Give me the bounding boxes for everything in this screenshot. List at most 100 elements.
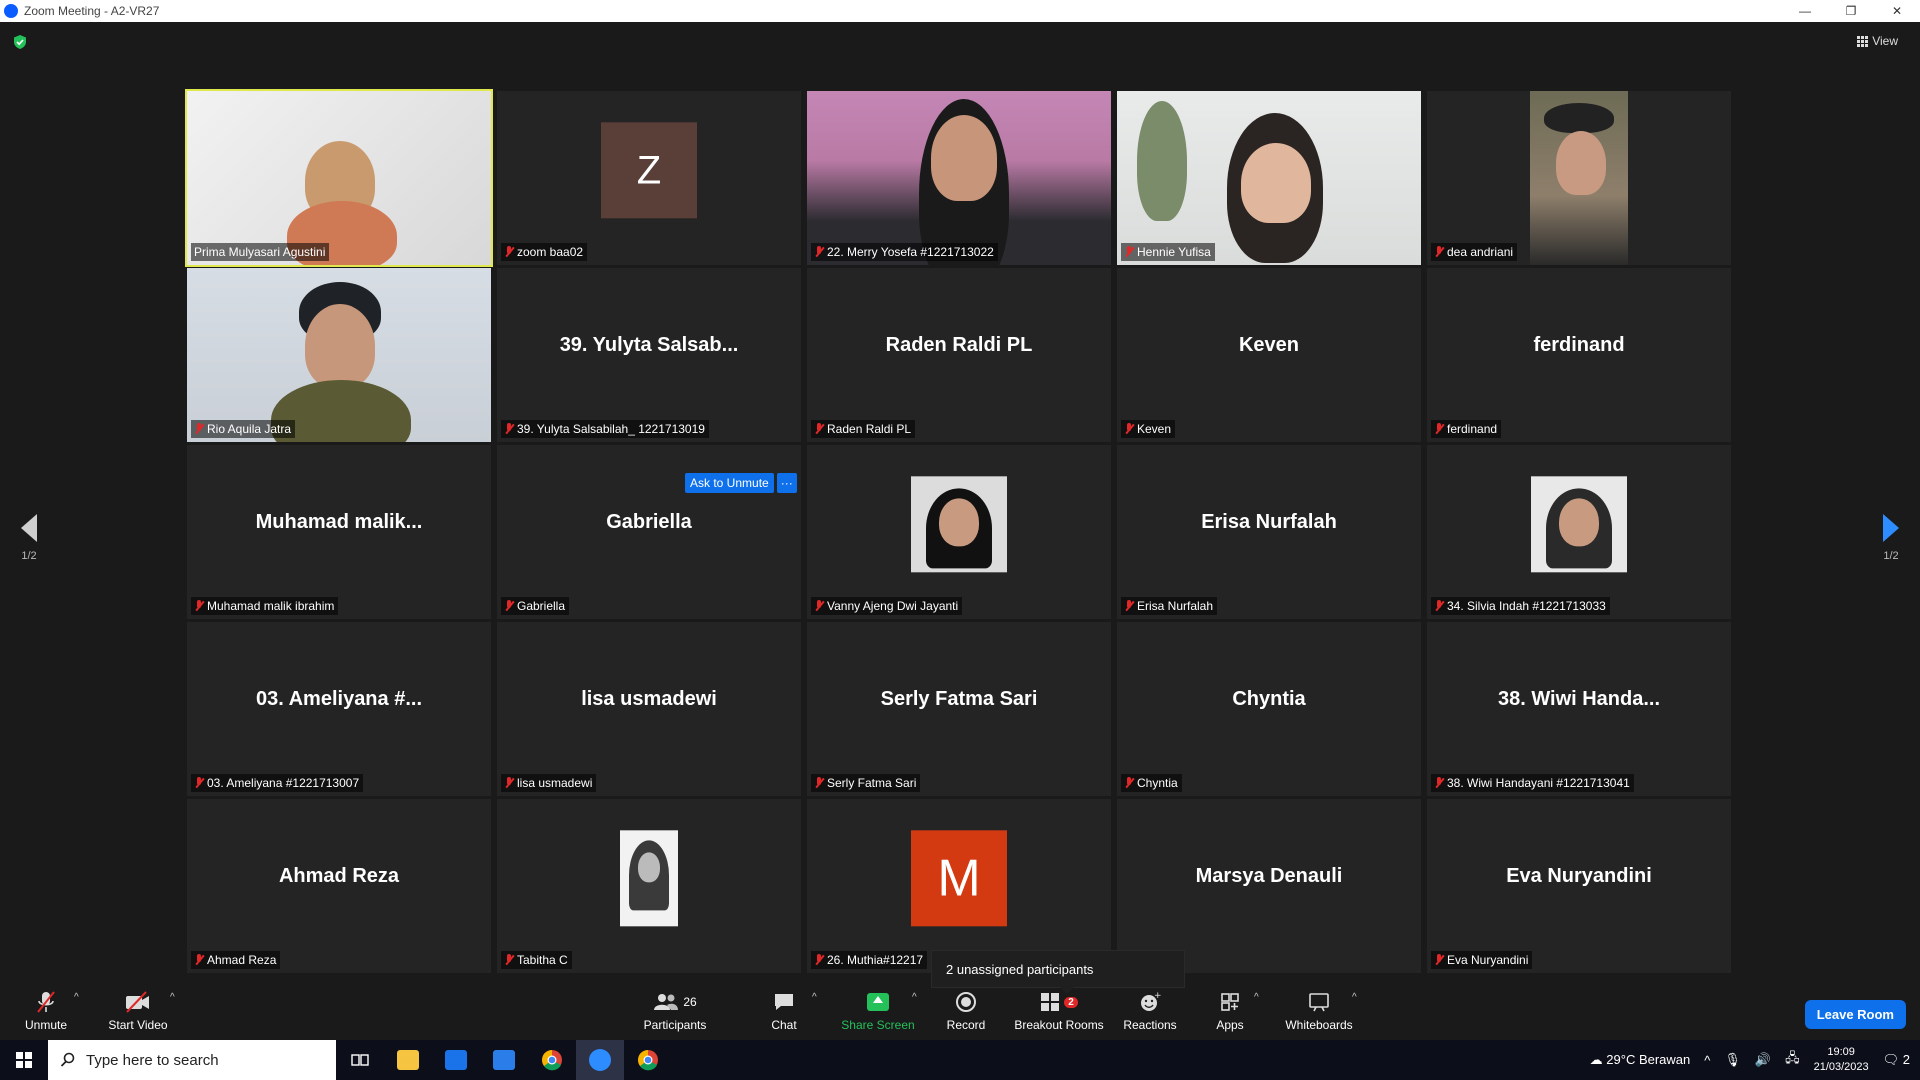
participant-name-label: 34. Silvia Indah #1221713033 <box>1431 597 1610 615</box>
participant-tile[interactable]: Raden Raldi PL Raden Raldi PL <box>807 268 1111 442</box>
share-options-caret[interactable]: ^ <box>912 992 917 1003</box>
zoom-icon <box>589 1049 611 1071</box>
participant-display-name: Keven <box>1238 333 1300 356</box>
unmute-button[interactable]: Unmute <box>22 990 70 1032</box>
participant-tile[interactable]: Prima Mulyasari Agustini <box>185 89 493 267</box>
apps-button[interactable]: Apps <box>1212 990 1248 1032</box>
record-label: Record <box>946 1018 986 1032</box>
participant-video <box>1427 91 1731 265</box>
participant-tile[interactable]: Keven Keven <box>1117 268 1421 442</box>
security-shield-icon[interactable] <box>12 34 28 50</box>
previous-page-button[interactable]: 1/2 <box>14 514 44 562</box>
microphone-tray-icon[interactable]: 🎙 <box>1724 1052 1741 1068</box>
video-options-caret[interactable]: ^ <box>170 992 175 1003</box>
mic-muted-icon <box>814 954 824 966</box>
apps-options-caret[interactable]: ^ <box>1254 992 1259 1003</box>
participant-tile[interactable]: Chyntia Chyntia <box>1117 622 1421 796</box>
participant-name-label: Serly Fatma Sari <box>811 774 921 792</box>
volume-icon[interactable]: 🔊 <box>1755 1052 1771 1068</box>
taskbar-search[interactable]: Type here to search <box>48 1040 336 1080</box>
network-icon[interactable]: 🖧 <box>1785 1049 1800 1071</box>
participant-name: 38. Wiwi Handayani #1221713041 <box>1447 776 1630 790</box>
more-options-button[interactable]: ··· <box>776 473 797 493</box>
windows-taskbar: Type here to search ☁ 29°C Berawan ^ 🎙 🔊… <box>0 1040 1920 1080</box>
file-explorer-button[interactable] <box>384 1040 432 1080</box>
participant-name: 26. Muthia#12217 <box>827 953 924 967</box>
minimize-button[interactable]: — <box>1782 0 1828 22</box>
chrome-icon-2 <box>638 1050 658 1071</box>
participant-tile[interactable]: ferdinand ferdinand <box>1427 268 1731 442</box>
participant-name: Muhamad malik ibrahim <box>207 599 335 613</box>
share-screen-button[interactable]: Share Screen <box>838 990 918 1032</box>
participant-tile[interactable]: lisa usmadewi lisa usmadewi <box>497 622 801 796</box>
participants-icon <box>654 994 679 1010</box>
participant-name: 34. Silvia Indah #1221713033 <box>1447 599 1606 613</box>
start-video-button[interactable]: Start Video <box>106 990 170 1032</box>
ask-to-unmute-button[interactable]: Ask to Unmute <box>685 473 774 493</box>
view-button[interactable]: View <box>1857 34 1898 48</box>
mic-muted-icon <box>504 954 514 966</box>
tray-overflow-icon[interactable]: ^ <box>1704 1053 1710 1068</box>
mic-muted-icon <box>504 246 514 258</box>
maximize-button[interactable]: ❐ <box>1828 0 1874 22</box>
participant-tile[interactable]: 38. Wiwi Handa... 38. Wiwi Handayani #122… <box>1427 622 1731 796</box>
participant-tile[interactable]: 39. Yulyta Salsab... 39. Yulyta Salsabila… <box>497 268 801 442</box>
participant-display-name: Raden Raldi PL <box>885 333 1033 356</box>
participant-name-label: ferdinand <box>1431 420 1502 438</box>
participant-tile[interactable]: M 26. Muthia#12217 <box>807 799 1111 973</box>
svg-text:+: + <box>1154 991 1161 1001</box>
participant-name-label: Ahmad Reza <box>191 951 281 969</box>
leave-room-button[interactable]: Leave Room <box>1804 1000 1906 1029</box>
notification-count: 2 <box>1902 1052 1910 1067</box>
start-button[interactable] <box>0 1040 48 1080</box>
participant-tile[interactable]: Muhamad malik... Muhamad malik ibrahim <box>187 445 491 619</box>
zoom-taskbar-button[interactable] <box>576 1040 624 1080</box>
participant-tile[interactable]: Erisa Nurfalah Erisa Nurfalah <box>1117 445 1421 619</box>
whiteboard-icon <box>1309 993 1329 1012</box>
participant-tile[interactable]: Vanny Ajeng Dwi Jayanti <box>807 445 1111 619</box>
mic-muted-icon <box>814 600 824 612</box>
breakout-rooms-icon <box>1041 993 1060 1011</box>
chrome-button[interactable] <box>528 1040 576 1080</box>
mail-button[interactable] <box>480 1040 528 1080</box>
participant-tile[interactable]: Rio Aquila Jatra <box>187 268 491 442</box>
whiteboard-options-caret[interactable]: ^ <box>1352 992 1357 1003</box>
breakout-rooms-button[interactable]: 2 Breakout Rooms <box>1012 990 1106 1032</box>
participant-tile[interactable]: Tabitha C <box>497 799 801 973</box>
participant-tile[interactable]: 03. Ameliyana #... 03. Ameliyana #1221713… <box>187 622 491 796</box>
chat-button[interactable]: Chat <box>766 990 802 1032</box>
grid-view-icon <box>1857 35 1869 47</box>
participant-name-label: zoom baa02 <box>501 243 588 261</box>
participant-tile[interactable]: 22. Merry Yosefa #1221713022 <box>807 91 1111 265</box>
chrome-window-button[interactable] <box>624 1040 672 1080</box>
participant-name-label: 39. Yulyta Salsabilah_ 1221713019 <box>501 420 709 438</box>
reactions-button[interactable]: + Reactions <box>1122 990 1178 1032</box>
task-view-button[interactable] <box>336 1040 384 1080</box>
participant-tile[interactable]: Hennie Yufisa <box>1117 91 1421 265</box>
participant-tile[interactable]: Eva Nuryandini Eva Nuryandini <box>1427 799 1731 973</box>
participant-display-name: Erisa Nurfalah <box>1201 510 1337 533</box>
participant-tile[interactable]: Marsya DenauliDenauli <box>1117 799 1421 973</box>
participants-button[interactable]: 26 Participants <box>640 990 710 1032</box>
audio-options-caret[interactable]: ^ <box>74 992 79 1003</box>
participant-tile[interactable]: Zzoom baa02 <box>497 91 801 265</box>
record-button[interactable]: Record <box>944 990 988 1032</box>
reactions-label: Reactions <box>1123 1018 1177 1032</box>
store-button[interactable] <box>432 1040 480 1080</box>
notifications-button[interactable]: 🗨 2 <box>1883 1052 1910 1068</box>
participant-name: zoom baa02 <box>517 245 584 259</box>
next-page-button[interactable]: 1/2 <box>1876 514 1906 562</box>
participant-tile[interactable]: Serly Fatma Sari Serly Fatma Sari <box>807 622 1111 796</box>
clock[interactable]: 19:09 21/03/2023 <box>1814 1045 1869 1075</box>
participant-tile[interactable]: dea andriani <box>1427 91 1731 265</box>
participant-tile[interactable]: 34. Silvia Indah #1221713033 <box>1427 445 1731 619</box>
participant-tile[interactable]: Gabriella Gabriella <box>497 445 801 619</box>
close-button[interactable]: ✕ <box>1874 0 1920 22</box>
weather-widget[interactable]: ☁ 29°C Berawan <box>1590 1052 1691 1068</box>
participant-tile[interactable]: Ahmad Reza Ahmad Reza <box>187 799 491 973</box>
chevron-right-icon <box>1883 514 1899 542</box>
whiteboards-button[interactable]: Whiteboards <box>1284 990 1354 1032</box>
chat-options-caret[interactable]: ^ <box>812 992 817 1003</box>
unassigned-participants-tooltip: 2 unassigned participants <box>931 950 1185 994</box>
participant-name: Keven <box>1137 422 1172 436</box>
